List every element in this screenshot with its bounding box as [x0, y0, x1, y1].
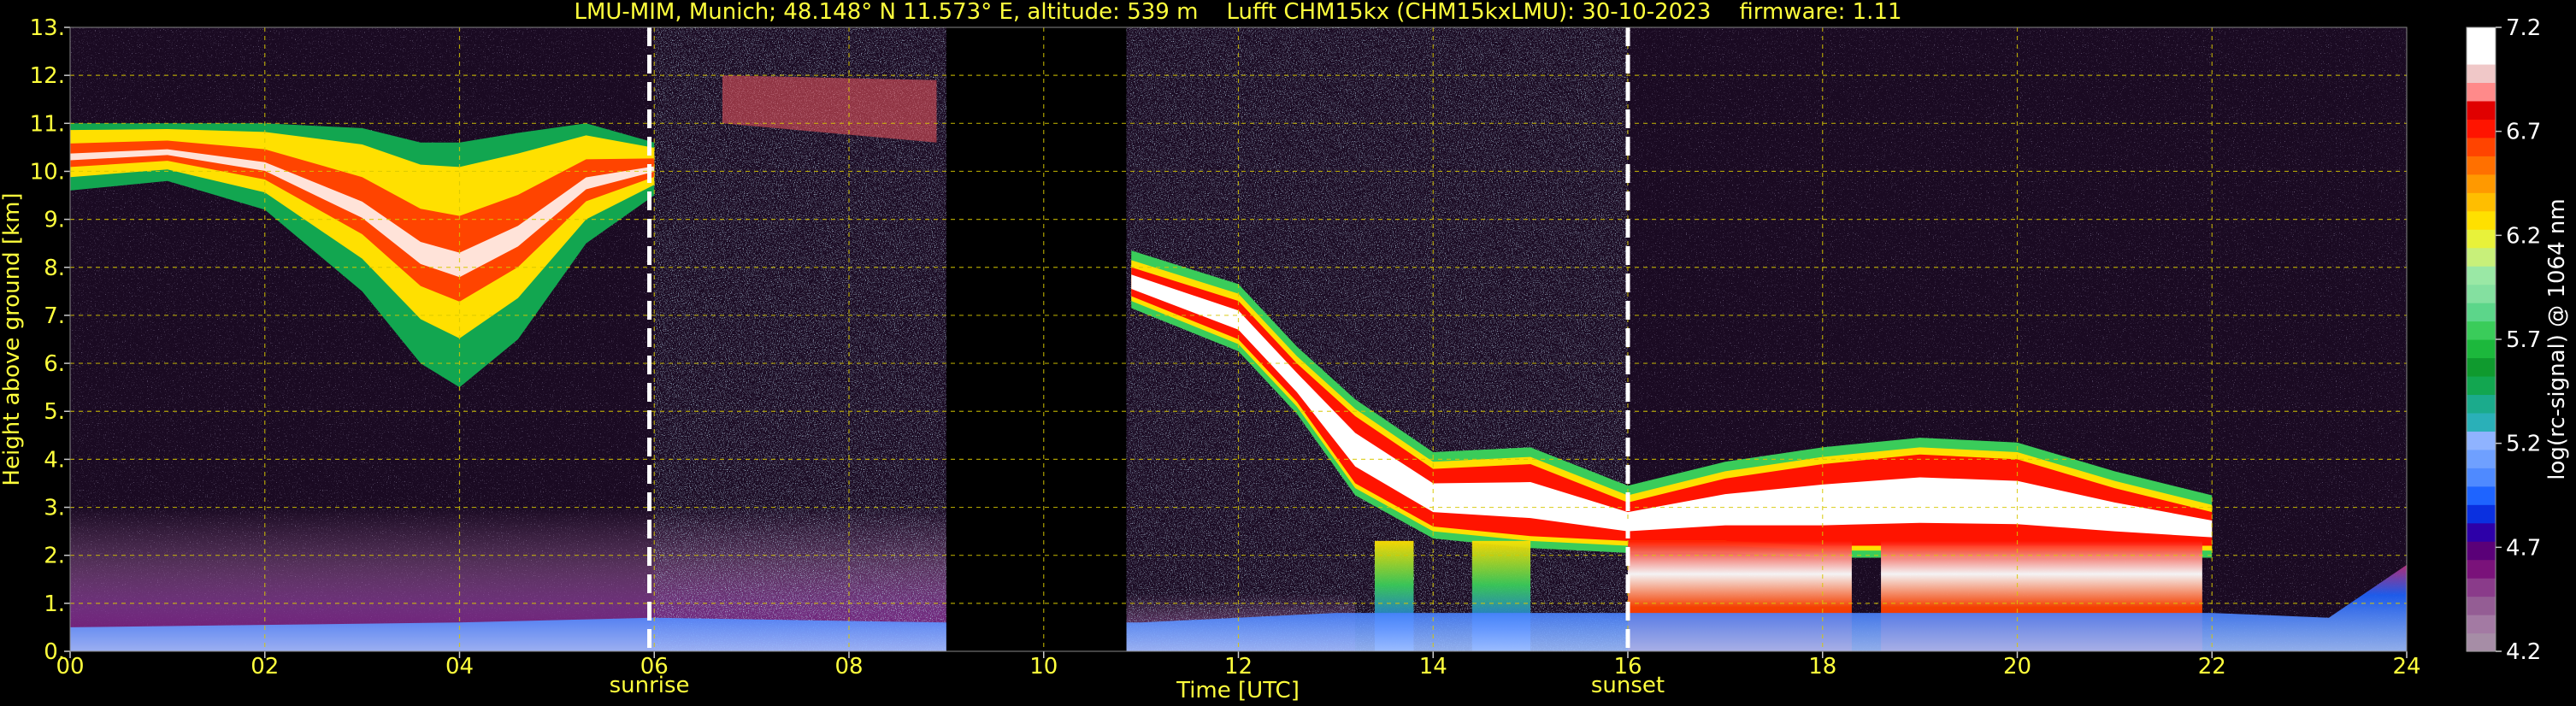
- colorbar-tick-label-3: 5.7: [2506, 327, 2541, 353]
- x-tick-label-04: 04: [445, 654, 474, 680]
- colorbar-seg-21: [2467, 247, 2496, 267]
- colorbar-seg-19: [2467, 284, 2496, 303]
- y-axis-label: Height above ground [km]: [0, 192, 25, 485]
- colorbar-seg-6: [2467, 522, 2496, 542]
- colorbar-label: log(rc-signal) @ 1064 nm: [2544, 198, 2570, 479]
- colorbar-seg-8: [2467, 485, 2496, 505]
- colorbar-tick-label-1: 4.7: [2506, 535, 2541, 561]
- x-tick-label-02: 02: [251, 654, 279, 680]
- colorbar-seg-4: [2467, 559, 2496, 579]
- colorbar-seg-9: [2467, 468, 2496, 487]
- x-axis-label: Time [UTC]: [1176, 678, 1300, 703]
- colorbar-tick-label-0: 4.2: [2506, 639, 2541, 665]
- colorbar-seg-14: [2467, 375, 2496, 396]
- colorbar-seg-33: [2467, 27, 2496, 47]
- x-tick-label-24: 24: [2392, 654, 2420, 680]
- colorbar-seg-25: [2467, 174, 2496, 193]
- colorbar-seg-12: [2467, 412, 2496, 432]
- colorbar-tick-label-2: 5.2: [2506, 432, 2541, 457]
- x-tick-label-10: 10: [1029, 654, 1058, 680]
- colorbar-seg-0: [2467, 632, 2496, 652]
- colorbar-seg-22: [2467, 229, 2496, 249]
- y-tick-label-3: 3.: [44, 496, 65, 521]
- y-tick-label-0: 0.: [44, 639, 65, 665]
- x-tick-label-20: 20: [2003, 654, 2031, 680]
- colorbar: 4.2 4.7 5.2 5.7 6.2 6.7 7.2: [2466, 15, 2541, 665]
- y-tick-label-12: 12.: [30, 63, 65, 89]
- colorbar-seg-7: [2467, 504, 2496, 524]
- y-tick-label-1: 1.: [44, 591, 65, 617]
- colorbar-seg-27: [2467, 137, 2496, 156]
- colorbar-seg-32: [2467, 45, 2496, 65]
- x-tick-label-08: 08: [834, 654, 863, 680]
- colorbar-seg-13: [2467, 394, 2496, 414]
- x-axis-ticks: 00 02 04 06 08 10 12 14 16 18 20 22 24: [56, 651, 2421, 680]
- y-tick-label-4: 4.: [44, 447, 65, 473]
- chart-title: LMU-MIM, Munich; 48.148° N 11.573° E, al…: [574, 0, 1901, 25]
- colorbar-tick-label-6: 7.2: [2506, 15, 2541, 41]
- y-tick-label-2: 2.: [44, 544, 65, 569]
- colorbar-seg-5: [2467, 541, 2496, 561]
- colorbar-seg-23: [2467, 210, 2496, 230]
- no-data-gap: [946, 27, 1127, 651]
- colorbar-seg-29: [2467, 100, 2496, 120]
- colorbar-seg-18: [2467, 303, 2496, 322]
- colorbar-tick-label-4: 6.2: [2506, 223, 2541, 249]
- colorbar-seg-3: [2467, 578, 2496, 597]
- x-tick-label-22: 22: [2198, 654, 2226, 680]
- y-tick-label-11: 11.: [30, 111, 65, 137]
- colorbar-seg-2: [2467, 596, 2496, 615]
- no-data-rect: [946, 27, 1127, 651]
- colorbar-seg-1: [2467, 615, 2496, 634]
- x-tick-label-12: 12: [1224, 654, 1253, 680]
- x-tick-label-06: 06: [640, 654, 669, 680]
- y-tick-label-8: 8.: [44, 256, 65, 281]
- x-tick-label-14: 14: [1419, 654, 1447, 680]
- colorbar-seg-10: [2467, 449, 2496, 468]
- colorbar-seg-30: [2467, 82, 2496, 102]
- y-axis-ticks: 0. 1. 2. 3. 4. 5. 6. 7. 8. 9. 10. 11. 12. 13.: [30, 15, 70, 665]
- colorbar-seg-28: [2467, 119, 2496, 138]
- colorbar-seg-17: [2467, 321, 2496, 340]
- y-tick-label-10: 10.: [30, 159, 65, 185]
- lidar-chart: LMU-MIM, Munich; 48.148° N 11.573° E, al…: [0, 0, 2570, 703]
- y-tick-label-5: 5.: [44, 399, 65, 425]
- colorbar-seg-11: [2467, 431, 2496, 450]
- y-tick-label-9: 9.: [44, 208, 65, 233]
- colorbar-seg-15: [2467, 357, 2496, 377]
- colorbar-seg-31: [2467, 63, 2496, 84]
- colorbar-seg-20: [2467, 266, 2496, 285]
- x-tick-label-18: 18: [1808, 654, 1836, 680]
- y-tick-label-7: 7.: [44, 303, 65, 329]
- y-tick-label-13: 13.: [30, 15, 65, 41]
- colorbar-seg-16: [2467, 339, 2496, 359]
- colorbar-tick-label-5: 6.7: [2506, 120, 2541, 145]
- y-tick-label-6: 6.: [44, 351, 65, 377]
- x-tick-label-16: 16: [1613, 654, 1642, 680]
- colorbar-seg-26: [2467, 156, 2496, 175]
- colorbar-seg-24: [2467, 192, 2496, 212]
